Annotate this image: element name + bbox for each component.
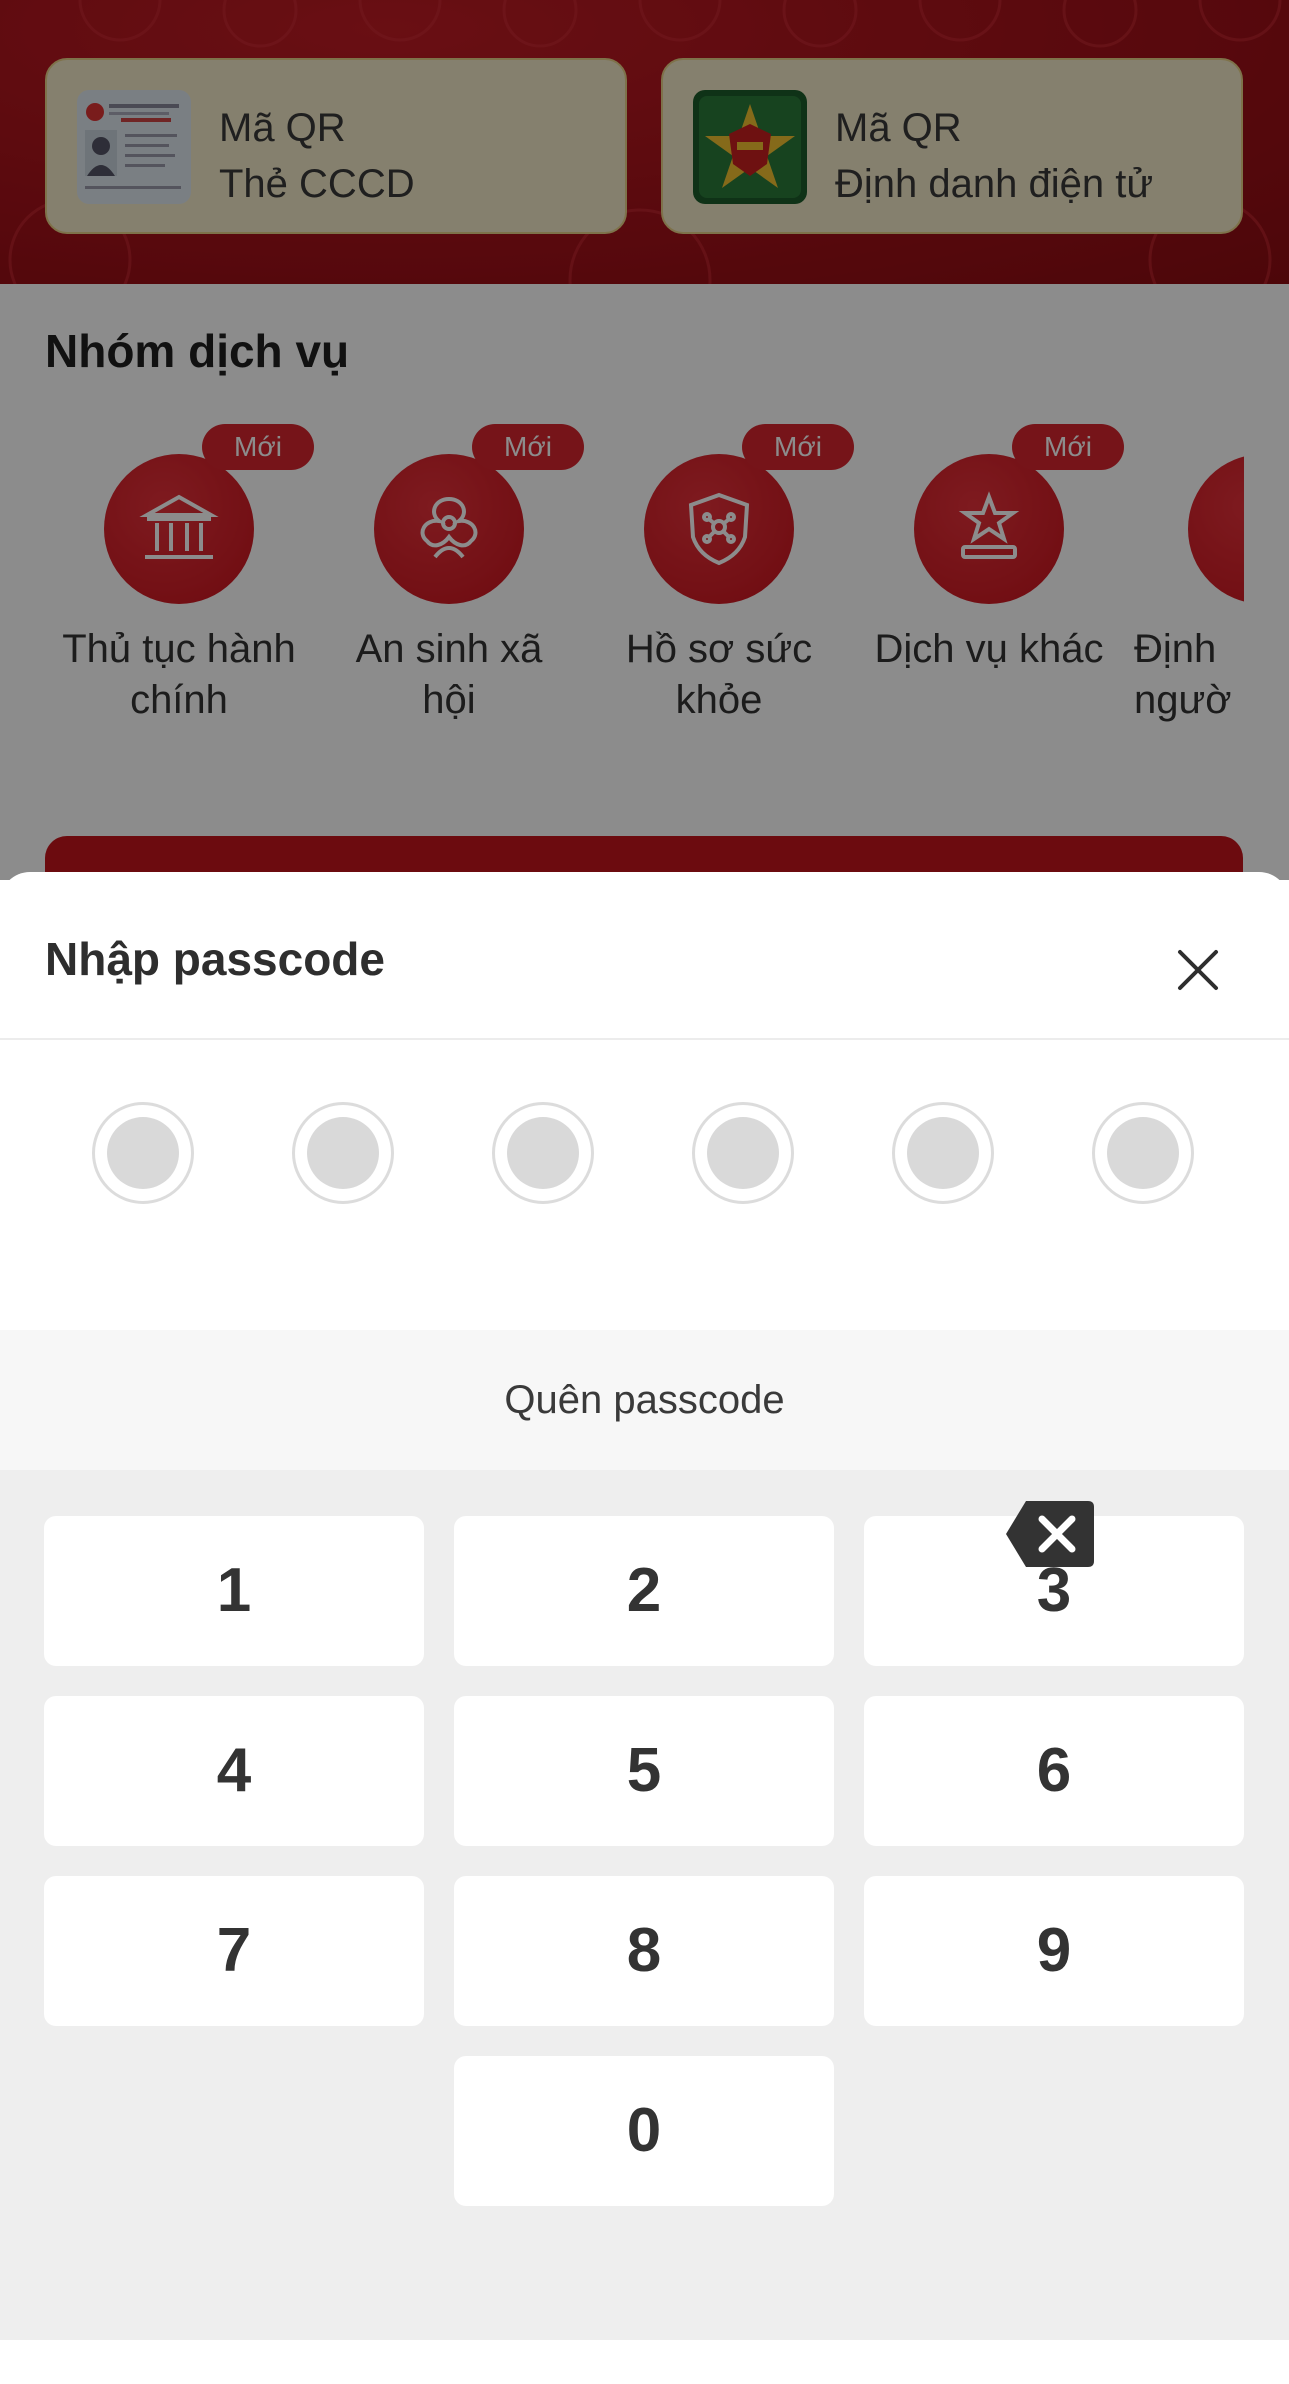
key-8[interactable]: 8 <box>454 1876 834 2026</box>
key-1[interactable]: 1 <box>44 1516 424 1666</box>
passcode-dot <box>692 1102 794 1204</box>
forgot-passcode-link[interactable]: Quên passcode <box>0 1330 1289 1470</box>
close-icon <box>1178 950 1218 990</box>
key-0[interactable]: 0 <box>454 2056 834 2206</box>
key-2[interactable]: 2 <box>454 1516 834 1666</box>
passcode-dot <box>292 1102 394 1204</box>
key-7[interactable]: 7 <box>44 1876 424 2026</box>
key-9[interactable]: 9 <box>864 1876 1244 2026</box>
home-indicator-area <box>0 2340 1289 2384</box>
close-button[interactable] <box>1160 932 1236 1008</box>
sheet-title: Nhập passcode <box>45 933 385 985</box>
key-5[interactable]: 5 <box>454 1696 834 1846</box>
passcode-dot <box>1092 1102 1194 1204</box>
backspace-button[interactable] <box>1004 1499 1096 1574</box>
key-4[interactable]: 4 <box>44 1696 424 1846</box>
divider <box>0 1038 1289 1040</box>
passcode-dot <box>892 1102 994 1204</box>
passcode-dot <box>92 1102 194 1204</box>
home-screen-background: Mã QR Thẻ CCCD Mã QR Định danh điện tử N… <box>0 0 1289 896</box>
numeric-keypad: 1 2 3 4 5 6 7 8 9 0 <box>0 1470 1289 2340</box>
modal-overlay[interactable] <box>0 0 1289 880</box>
passcode-dot <box>492 1102 594 1204</box>
key-6[interactable]: 6 <box>864 1696 1244 1846</box>
backspace-icon <box>1006 1501 1094 1567</box>
passcode-sheet: Nhập passcode Quên passcode 1 2 3 4 5 6 … <box>0 872 1289 2384</box>
